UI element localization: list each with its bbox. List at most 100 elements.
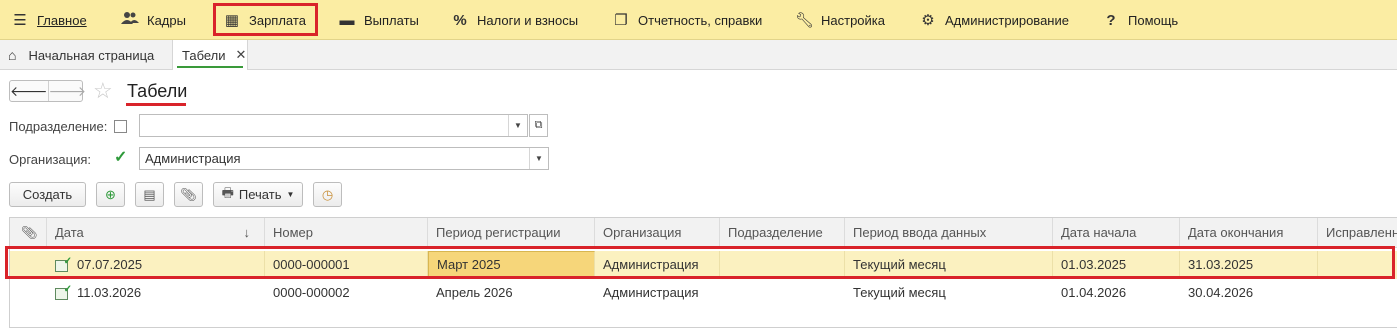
list-icon: ▤	[143, 186, 156, 202]
calculator-icon: ▦	[224, 12, 240, 29]
back-arrow-icon[interactable]: 🡐	[10, 81, 49, 101]
tab-home[interactable]: ⌂ Начальная страница	[8, 40, 154, 70]
column-header-number[interactable]: Номер	[265, 218, 428, 247]
menu-item-label: Зарплата	[249, 12, 306, 28]
cell-subdivision	[720, 251, 845, 279]
menu-item-help[interactable]: ? Помощь	[1102, 0, 1178, 40]
cell-period: Апрель 2026	[436, 285, 513, 300]
hamburger-icon: ☰	[13, 12, 27, 29]
menu-item-label: Кадры	[147, 12, 186, 28]
organization-value: Администрация	[145, 151, 241, 166]
menu-item-settings[interactable]: 🔧︎ Настройка	[795, 0, 885, 40]
create-label: Создать	[22, 187, 73, 202]
sort-arrow-down-icon: ↓	[243, 225, 251, 240]
cell-corrected	[1318, 279, 1397, 307]
menu-item-label: Главное	[37, 12, 87, 28]
open-icon[interactable]: ⧉	[529, 114, 548, 137]
column-header-subdivision[interactable]: Подразделение	[720, 218, 845, 247]
organization-label: Организация:	[9, 152, 92, 167]
posted-document-icon	[55, 279, 72, 304]
column-header-end-date[interactable]: Дата окончания	[1180, 218, 1318, 247]
cell-input-period: Текущий месяц	[853, 285, 946, 300]
column-header-corrected[interactable]: Исправленн	[1318, 218, 1397, 247]
cell-number: 0000-000002	[273, 285, 350, 300]
column-header-start-date[interactable]: Дата начала	[1053, 218, 1180, 247]
report-button[interactable]: ◷	[313, 182, 342, 207]
menu-item-salary[interactable]: ▦ Зарплата	[223, 0, 306, 40]
copy-icon: ⊕	[105, 186, 116, 202]
active-tab-indicator	[177, 66, 243, 68]
cell-start-date: 01.03.2025	[1053, 251, 1180, 279]
column-header-period[interactable]: Период регистрации	[428, 218, 595, 247]
cell-input-period: Текущий месяц	[845, 251, 1053, 279]
table-header: 📎︎ Дата ↓ Номер Период регистрации Орган…	[10, 218, 1397, 248]
menu-item-label: Администрирование	[945, 12, 1069, 28]
documents-table: 📎︎ Дата ↓ Номер Период регистрации Орган…	[9, 217, 1397, 328]
page-title: Табели	[127, 81, 188, 101]
home-icon: ⌂	[8, 47, 17, 63]
menu-item-taxes[interactable]: % Налоги и взносы	[451, 0, 578, 40]
table-row[interactable]: 11.03.2026 0000-000002 Апрель 2026 Админ…	[10, 279, 1397, 307]
menu-item-label: Настройка	[821, 12, 885, 28]
subdivision-checkbox[interactable]	[114, 120, 127, 133]
cell-subdivision	[720, 279, 845, 307]
question-icon: ?	[1106, 11, 1116, 29]
cell-period[interactable]: Март 2025	[428, 251, 595, 279]
tab-timesheets[interactable]: Табели ✕	[172, 40, 248, 70]
table-row[interactable]: 07.07.2025 0000-000001 Март 2025 Админис…	[10, 251, 1397, 279]
attach-button[interactable]: 📎︎	[174, 182, 203, 207]
menu-item-main[interactable]: ☰ Главное	[11, 0, 87, 40]
subdivision-field[interactable]: ▼	[139, 114, 528, 137]
cell-date: 11.03.2026	[47, 279, 265, 307]
column-header-label: Дата	[55, 225, 84, 240]
cell-organization: Администрация	[603, 285, 699, 300]
main-menu-bar: ☰ Главное Кадры ▦ Зарплата ▬ Выплаты % Н…	[0, 0, 1397, 40]
menu-item-payments[interactable]: ▬ Выплаты	[338, 0, 419, 40]
print-label: Печать	[238, 187, 282, 202]
copy-button[interactable]: ⊕	[96, 182, 125, 207]
annotation-underline	[126, 103, 186, 106]
favorite-star-icon[interactable]: ☆	[93, 78, 113, 104]
posted-document-icon	[55, 251, 72, 276]
card-icon: ▬	[339, 11, 355, 29]
menu-item-reports[interactable]: ❐ Отчетность, справки	[612, 0, 762, 40]
people-icon	[121, 11, 139, 29]
list-button[interactable]: ▤	[135, 182, 164, 207]
percent-icon: %	[453, 11, 467, 29]
cell-number: 0000-000001	[265, 251, 428, 279]
tab-label: Табели	[182, 47, 226, 63]
create-button[interactable]: Создать	[9, 182, 86, 207]
cell-organization: Администрация	[595, 251, 720, 279]
tab-label: Начальная страница	[28, 47, 155, 63]
report-icon: ◷	[321, 186, 334, 202]
column-header-organization[interactable]: Организация	[595, 218, 720, 247]
chevron-down-icon: ▼	[286, 190, 295, 199]
paperclip-icon: 📎︎	[180, 186, 197, 202]
menu-item-hr[interactable]: Кадры	[121, 0, 186, 40]
menu-item-label: Отчетность, справки	[638, 12, 763, 28]
history-nav: 🡐 🡒	[9, 80, 86, 102]
chevron-down-icon[interactable]: ▼	[508, 115, 527, 136]
attachment-column-icon[interactable]: 📎︎	[10, 218, 47, 247]
cell-end-date: 30.04.2026	[1188, 285, 1254, 300]
gear-icon: ⚙	[921, 12, 935, 29]
menu-item-admin[interactable]: ⚙ Администрирование	[919, 0, 1069, 40]
forward-arrow-icon[interactable]: 🡒	[49, 81, 87, 101]
chevron-down-icon[interactable]: ▼	[529, 148, 548, 169]
cell-date: 07.07.2025	[47, 251, 265, 279]
menu-item-label: Налоги и взносы	[477, 12, 579, 28]
tab-bar: ⌂ Начальная страница Табели ✕	[0, 40, 1397, 70]
printer-icon: 🖶	[221, 184, 234, 200]
documents-icon: ❐	[614, 12, 628, 29]
cell-text: 07.07.2025	[77, 257, 143, 272]
organization-checkbox[interactable]: ✓	[114, 147, 127, 167]
column-header-date[interactable]: Дата ↓	[47, 218, 265, 247]
wrench-icon: 🔧︎	[795, 12, 815, 29]
print-button[interactable]: 🖶 Печать ▼	[213, 182, 303, 207]
subdivision-label: Подразделение:	[9, 119, 108, 134]
column-header-input-period[interactable]: Период ввода данных	[845, 218, 1053, 247]
organization-field[interactable]: Администрация ▼	[139, 147, 549, 170]
cell-text: 11.03.2026	[77, 285, 142, 300]
menu-item-label: Помощь	[1128, 12, 1179, 28]
close-icon[interactable]: ✕	[236, 47, 247, 63]
